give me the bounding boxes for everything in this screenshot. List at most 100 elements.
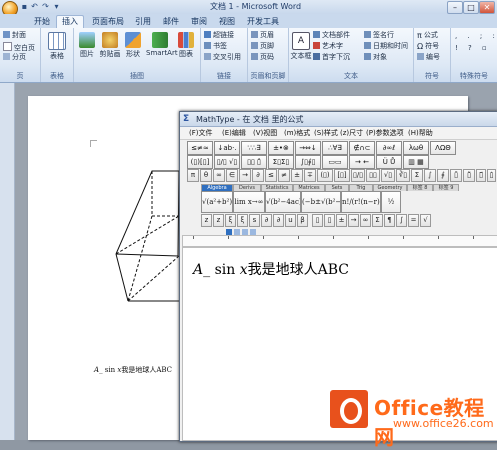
menu-preferences[interactable]: (P)参数选项: [366, 128, 404, 138]
tool-xi1[interactable]: ξ: [225, 214, 236, 227]
undo-icon[interactable]: ↶: [30, 2, 39, 11]
minimize-button[interactable]: –: [447, 1, 463, 14]
palette-products[interactable]: Ü Ů: [376, 155, 402, 169]
tab-geometry[interactable]: Geometry: [373, 184, 407, 191]
tab-developer[interactable]: 开发工具: [242, 16, 284, 28]
tool-pm2[interactable]: ±: [336, 214, 347, 227]
footer-button[interactable]: 页脚: [251, 42, 274, 51]
palette-sums[interactable]: Σ▯Σ▯: [268, 155, 294, 169]
tool-overbar[interactable]: ▯̄: [450, 169, 462, 182]
quick-parts-button[interactable]: 文档部件: [313, 31, 350, 40]
clipart-button[interactable]: 剪贴画: [99, 30, 121, 59]
tool-fraction[interactable]: ▯/▯: [351, 169, 365, 182]
tab-view[interactable]: 视图: [214, 16, 240, 28]
tool-superscript[interactable]: ▯▯: [366, 169, 380, 182]
menu-size[interactable]: (z)尺寸: [340, 128, 363, 138]
palette-logic[interactable]: ∴∀∃: [322, 141, 348, 155]
smartart-button[interactable]: SmartArt: [146, 30, 178, 57]
tool-nroot[interactable]: ∛▯: [396, 169, 410, 182]
tab-trig[interactable]: Trig: [349, 184, 373, 191]
tab-insert[interactable]: 插入: [56, 15, 84, 29]
special-symbols-row2[interactable]: ! ? ▫: [455, 44, 491, 53]
tool-sqrt2[interactable]: √: [420, 214, 431, 227]
tool-pi[interactable]: π: [187, 169, 199, 182]
maximize-button[interactable]: □: [463, 1, 479, 14]
tab-mailings[interactable]: 邮件: [158, 16, 184, 28]
tool-int2[interactable]: ∫: [396, 214, 407, 227]
tool-vector[interactable]: ▯⃗: [476, 169, 486, 182]
palette-fences[interactable]: (▯)[▯]: [187, 155, 213, 169]
textbox-button[interactable]: A 文本框: [290, 30, 312, 61]
palette-spaces[interactable]: ↓ab·.: [214, 141, 240, 155]
tool-sum2[interactable]: Σ: [372, 214, 383, 227]
palette-bars[interactable]: ▭▭: [322, 155, 348, 169]
template-discriminant[interactable]: √(b²−4ac): [265, 191, 301, 213]
palette-misc[interactable]: ∂∞ℓ: [376, 141, 402, 155]
qat-dropdown-icon[interactable]: ▾: [52, 2, 61, 11]
tool-sqrt[interactable]: √▯: [381, 169, 395, 182]
blank-page-button[interactable]: 空白页: [3, 42, 35, 53]
tab-8[interactable]: 标签 8: [407, 184, 433, 191]
tab-derivs[interactable]: Derivs: [233, 184, 261, 191]
drop-cap-button[interactable]: 首字下沉: [313, 53, 350, 62]
tool-partial[interactable]: ∂: [252, 169, 264, 182]
template-half[interactable]: ½: [381, 191, 401, 213]
tab-sets[interactable]: Sets: [325, 184, 349, 191]
bookmark-button[interactable]: 书签: [204, 42, 227, 51]
tool-slot2[interactable]: ▯: [324, 214, 335, 227]
tool-brackets[interactable]: [▯]: [334, 169, 350, 182]
tool-d1[interactable]: ∂: [261, 214, 272, 227]
tool-arrow2[interactable]: →: [348, 214, 359, 227]
tool-parens[interactable]: (▯): [317, 169, 333, 182]
template-combination[interactable]: n!/(r!(n−r)!): [341, 191, 381, 213]
palette-labeled-arrows[interactable]: → ←: [349, 155, 375, 169]
template-limit[interactable]: lim x→∞: [233, 191, 265, 213]
tool-pilcrow[interactable]: ¶: [384, 214, 395, 227]
template-pythagoras[interactable]: √(a²+b²): [201, 191, 233, 213]
tab-9[interactable]: 标签 9: [433, 184, 459, 191]
equation-button[interactable]: π 公式: [417, 31, 438, 40]
cover-page-button[interactable]: 封面: [3, 31, 26, 40]
palette-scripts[interactable]: ▯▯ ▯̂: [241, 155, 267, 169]
tool-mp[interactable]: ∓: [304, 169, 316, 182]
page-break-button[interactable]: 分页: [3, 53, 26, 62]
hyperlink-button[interactable]: 超链接: [204, 31, 234, 40]
tool-arrow[interactable]: →: [239, 169, 251, 182]
tool-integral[interactable]: ∫: [424, 169, 436, 182]
cross-reference-button[interactable]: 交叉引用: [204, 53, 241, 62]
object-button[interactable]: 对象: [364, 53, 387, 62]
tool-tilde[interactable]: ▯̃: [463, 169, 475, 182]
tool-element[interactable]: ∈: [226, 169, 238, 182]
palette-arrows[interactable]: →⇔↓: [295, 141, 321, 155]
redo-icon[interactable]: ↷: [41, 2, 50, 11]
close-button[interactable]: ✕: [479, 1, 495, 14]
menu-view[interactable]: (V)视图: [253, 128, 277, 138]
tool-u[interactable]: u: [285, 214, 296, 227]
tool-dot[interactable]: ▯̇: [487, 169, 496, 182]
page-formula[interactable]: A_ sin x我是地球人ABC: [94, 365, 172, 375]
palette-fractions[interactable]: ▯/▯ √▯: [214, 155, 240, 169]
tool-beta[interactable]: β: [297, 214, 308, 227]
tab-algebra[interactable]: Algebra: [201, 184, 233, 191]
symbol-button[interactable]: Ω 符号: [417, 42, 439, 51]
tool-inf2[interactable]: ∞: [360, 214, 371, 227]
menu-style[interactable]: (S)样式: [314, 128, 338, 138]
table-button[interactable]: 表格: [46, 30, 68, 61]
tool-contour[interactable]: ∮: [437, 169, 449, 182]
menu-file[interactable]: (F)文件: [189, 128, 213, 138]
mathtype-formula[interactable]: A_ sin x我是地球人ABC: [193, 259, 349, 279]
tool-eq[interactable]: =: [408, 214, 419, 227]
tab-references[interactable]: 引用: [130, 16, 156, 28]
wordart-button[interactable]: 艺术字: [313, 42, 343, 51]
tool-theta[interactable]: θ: [200, 169, 212, 182]
tool-s[interactable]: s: [249, 214, 260, 227]
palette-sets[interactable]: ∉∩⊂: [349, 141, 375, 155]
signature-line-button[interactable]: 签名行: [364, 31, 394, 40]
tool-d2[interactable]: ∂: [273, 214, 284, 227]
tool-le[interactable]: ≤: [265, 169, 277, 182]
palette-relations[interactable]: ≤≠≈: [187, 141, 213, 155]
chart-button[interactable]: 图表: [175, 30, 197, 59]
tab-home[interactable]: 开始: [29, 16, 55, 28]
tab-page-layout[interactable]: 页面布局: [87, 16, 129, 28]
tool-z1[interactable]: z: [201, 214, 212, 227]
